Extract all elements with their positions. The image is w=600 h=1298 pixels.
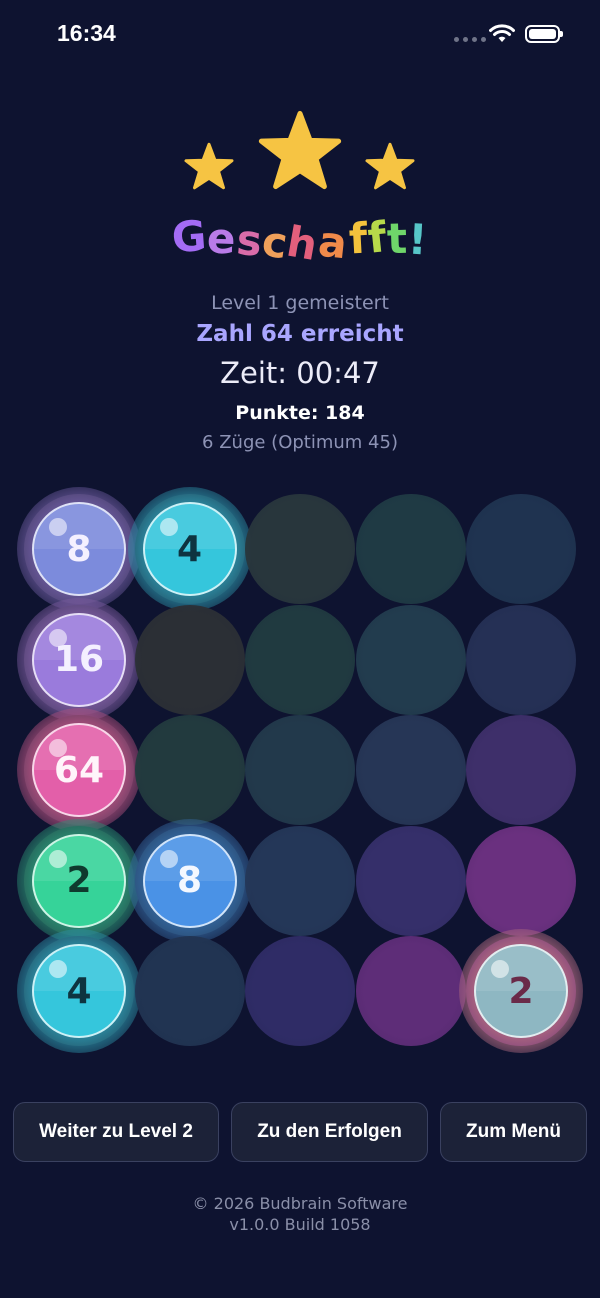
tile-ball: 2 [474,944,568,1038]
tile-value: 2 [66,860,92,901]
star-icon [184,142,234,190]
version-text: v1.0.0 Build 1058 [229,1215,371,1234]
number-tile[interactable]: 8 [127,818,252,943]
title-letter: t [386,213,410,264]
board-cell[interactable] [466,715,576,825]
number-tile[interactable]: 16 [17,597,141,722]
number-tile[interactable]: 2 [17,818,141,943]
board-cell[interactable] [355,936,466,1046]
board-cell[interactable] [466,604,576,715]
copyright-text: © 2026 Budbrain Software [192,1194,408,1213]
tile-value: 8 [66,528,92,570]
tile-value: 2 [508,970,534,1012]
board-cell[interactable] [245,715,355,825]
reached-number-text: Zahl 64 erreicht [196,321,404,347]
board-cell[interactable] [245,604,355,715]
title-letter: e [206,213,238,264]
tile-value: 8 [176,860,203,901]
board-cell[interactable] [355,494,466,604]
tile-value: 64 [53,749,105,791]
moves-text: 6 Züge (Optimum 45) [202,432,398,453]
board-cell[interactable] [466,494,576,604]
time-text: Zeit: 00:47 [220,356,380,390]
status-bar: 16:34 [0,0,600,70]
points-text: Punkte: 184 [235,402,365,424]
number-tile[interactable]: 4 [17,929,141,1053]
level-status-text: Level 1 gemeistert [211,292,389,314]
tile-value: 16 [53,639,105,680]
achievements-button[interactable]: Zu den Erfolgen [231,1102,428,1162]
tile-value: 4 [66,970,92,1012]
tile-ball: 2 [32,833,126,928]
number-tile[interactable]: 2 [459,929,583,1053]
result-title: Geschafft! [0,210,600,270]
board-cell[interactable] [245,825,355,936]
number-tile[interactable]: 64 [17,708,141,832]
star-icon [365,142,415,190]
title-letter: ! [406,214,430,265]
tile-ball: 4 [142,502,237,596]
title-letter: a [316,216,351,269]
board-cell[interactable] [134,715,245,825]
board-cell[interactable] [355,715,466,825]
cellular-signal-icon [454,37,486,42]
menu-button[interactable]: Zum Menü [440,1102,587,1162]
number-tile[interactable]: 8 [17,487,141,611]
board-cell[interactable] [355,825,466,936]
tile-ball: 16 [32,612,126,707]
number-tile[interactable]: 4 [127,487,252,611]
star-icon [258,110,342,190]
board-cell[interactable] [134,604,245,715]
status-time: 16:34 [57,20,116,46]
title-letter: G [169,210,209,263]
tile-ball: 64 [32,723,126,817]
board-cell[interactable] [245,936,355,1046]
next-level-button[interactable]: Weiter zu Level 2 [13,1102,219,1162]
tile-ball: 4 [32,944,126,1038]
game-board: 8 4 16 64 2 8 4 2 [17,487,583,1053]
tile-value: 4 [176,528,203,570]
board-cell[interactable] [355,604,466,715]
tile-ball: 8 [32,502,126,596]
board-cell[interactable] [245,494,355,604]
board-cell[interactable] [134,936,245,1046]
wifi-icon [489,24,515,42]
tile-ball: 8 [142,833,237,928]
board-cell[interactable] [466,825,576,936]
battery-icon [525,25,563,43]
